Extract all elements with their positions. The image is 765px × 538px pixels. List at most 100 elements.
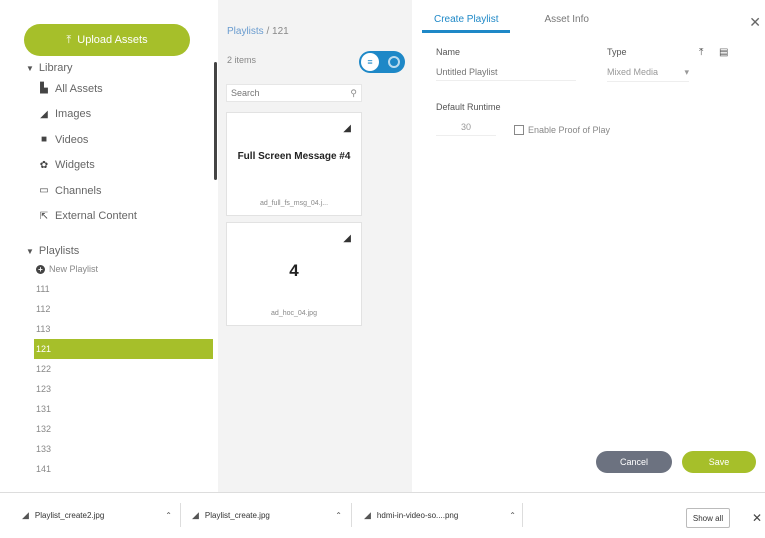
playlist-item[interactable]: 112: [0, 299, 218, 319]
library-item-widgets[interactable]: ✿ Widgets: [0, 153, 218, 179]
breadcrumb-playlists-link[interactable]: Playlists: [227, 26, 264, 37]
playlist-item[interactable]: 122: [0, 359, 218, 379]
external-icon: ⇱: [39, 210, 49, 222]
caret-down-icon: ▼: [26, 246, 34, 256]
playlist-item[interactable]: 111: [0, 279, 218, 299]
search-input[interactable]: [231, 88, 341, 98]
library-item-label: Images: [55, 108, 92, 121]
type-label: Type: [607, 47, 627, 57]
name-label: Name: [436, 47, 461, 57]
library-item-videos[interactable]: ■ Videos: [0, 127, 218, 153]
playlists-section-toggle[interactable]: ▼ Playlists: [0, 243, 218, 259]
download-item[interactable]: ◢ Playlist_create2.jpg ⌃: [22, 503, 172, 527]
playlist-item[interactable]: 141: [0, 459, 218, 479]
chevron-up-icon[interactable]: ⌃: [165, 511, 172, 520]
playlist-contents-column: Playlists / 121 2 items ≡ ⚲ ◢ Full Scree…: [214, 0, 412, 492]
playlist-item[interactable]: 131: [0, 399, 218, 419]
close-icon[interactable]: ✕: [752, 511, 762, 525]
divider: [522, 503, 523, 527]
asset-card-filename: ad_full_fs_msg_04.j...: [259, 200, 329, 207]
breadcrumb-separator: /: [266, 26, 270, 37]
image-file-icon: ◢: [364, 509, 371, 520]
image-file-icon: ◢: [22, 509, 29, 520]
library-item-external-content[interactable]: ⇱ External Content: [0, 204, 218, 230]
playlist-name-input[interactable]: [436, 67, 576, 77]
type-select[interactable]: Mixed Media ▾: [607, 67, 689, 82]
divider: [351, 503, 352, 527]
upload-icon: ⤒: [66, 33, 72, 46]
proof-of-play-label: Enable Proof of Play: [528, 125, 611, 135]
caret-down-icon: ▼: [26, 63, 34, 73]
video-icon: ■: [40, 134, 48, 146]
library-item-label: Widgets: [55, 159, 95, 172]
download-filename: hdmi-in-video-so....png: [376, 510, 459, 520]
library-section-label: Library: [38, 62, 73, 74]
download-filename: Playlist_create2.jpg: [34, 510, 105, 520]
view-toggle[interactable]: ≡: [359, 51, 405, 73]
list-view-icon: ≡: [361, 53, 379, 71]
library-sidebar: ⤒ Upload Assets ▼ Library ▙ All Assets ◢…: [0, 0, 218, 492]
asset-card[interactable]: ◢ Full Screen Message #4 ad_full_fs_msg_…: [226, 112, 362, 216]
close-icon[interactable]: ✕: [749, 14, 761, 31]
library-item-label: External Content: [55, 210, 137, 223]
image-icon: ◢: [40, 108, 48, 120]
playlist-item[interactable]: 113: [0, 319, 218, 339]
checkbox-box: [514, 125, 524, 135]
runtime-label: Default Runtime: [436, 102, 501, 112]
chevron-up-icon[interactable]: ⌃: [509, 511, 516, 520]
chevron-down-icon: ▾: [684, 67, 689, 77]
asset-card-title: 4: [289, 261, 299, 280]
library-item-label: All Assets: [55, 82, 103, 95]
tab-asset-info[interactable]: Asset Info: [532, 10, 600, 33]
playlist-item-active[interactable]: 121: [34, 339, 213, 359]
library-item-label: Channels: [55, 184, 102, 197]
search-box: ⚲: [226, 84, 362, 102]
upload-assets-button[interactable]: ⤒ Upload Assets: [24, 24, 190, 56]
image-icon: ◢: [343, 123, 351, 134]
show-all-button[interactable]: Show all: [686, 508, 730, 528]
playlist-item[interactable]: 123: [0, 379, 218, 399]
playlist-item[interactable]: 132: [0, 419, 218, 439]
grid-view-icon: [388, 56, 400, 68]
library-item-channels[interactable]: ▭ Channels: [0, 178, 218, 204]
cancel-button[interactable]: Cancel: [596, 451, 672, 473]
download-filename: Playlist_create.jpg: [204, 510, 270, 520]
save-button[interactable]: Save: [682, 451, 756, 473]
upload-assets-label: Upload Assets: [77, 34, 148, 46]
new-playlist-link[interactable]: + New Playlist: [0, 259, 218, 279]
playlists-section-label: Playlists: [38, 245, 80, 257]
runtime-input[interactable]: 30: [436, 122, 496, 136]
search-icon[interactable]: ⚲: [350, 88, 357, 99]
items-count: 2 items: [227, 55, 257, 65]
library-section-toggle[interactable]: ▼ Library: [0, 60, 218, 76]
breadcrumb-current: 121: [272, 26, 289, 37]
asset-card-title: Full Screen Message #4: [237, 151, 351, 162]
sidebar-scrollbar[interactable]: [214, 62, 217, 180]
image-stack-icon: ▙: [40, 83, 48, 95]
tab-create-playlist[interactable]: Create Playlist: [422, 10, 511, 33]
library-item-label: Videos: [55, 133, 89, 146]
proof-of-play-checkbox[interactable]: Enable Proof of Play: [514, 125, 610, 135]
name-field-wrap: [436, 67, 576, 81]
create-playlist-panel: Create Playlist Asset Info ✕ Name Type M…: [412, 0, 765, 492]
image-icon: ◢: [343, 233, 351, 244]
plus-circle-icon: +: [36, 264, 45, 274]
upload-icon[interactable]: ⤒: [699, 47, 703, 58]
library-tree: ▼ Library ▙ All Assets ◢ Images ■ Videos…: [0, 60, 218, 479]
divider: [180, 503, 181, 527]
breadcrumb: Playlists / 121: [227, 26, 289, 37]
document-icon[interactable]: ▤: [719, 47, 728, 58]
download-item[interactable]: ◢ Playlist_create.jpg ⌃: [192, 503, 342, 527]
chevron-up-icon[interactable]: ⌃: [335, 511, 342, 520]
playlist-item[interactable]: 133: [0, 439, 218, 459]
library-item-all-assets[interactable]: ▙ All Assets: [0, 76, 218, 102]
asset-card[interactable]: ◢ 4 ad_hoc_04.jpg: [226, 222, 362, 326]
asset-card-filename: ad_hoc_04.jpg: [271, 310, 317, 317]
library-item-images[interactable]: ◢ Images: [0, 102, 218, 128]
panel-tabs: Create Playlist Asset Info: [422, 10, 601, 33]
type-select-value: Mixed Media: [607, 67, 659, 77]
downloads-bar: ◢ Playlist_create2.jpg ⌃ ◢ Playlist_crea…: [0, 492, 765, 538]
download-item[interactable]: ◢ hdmi-in-video-so....png ⌃: [364, 503, 516, 527]
gear-icon: ✿: [39, 159, 49, 171]
monitor-icon: ▭: [39, 185, 49, 197]
